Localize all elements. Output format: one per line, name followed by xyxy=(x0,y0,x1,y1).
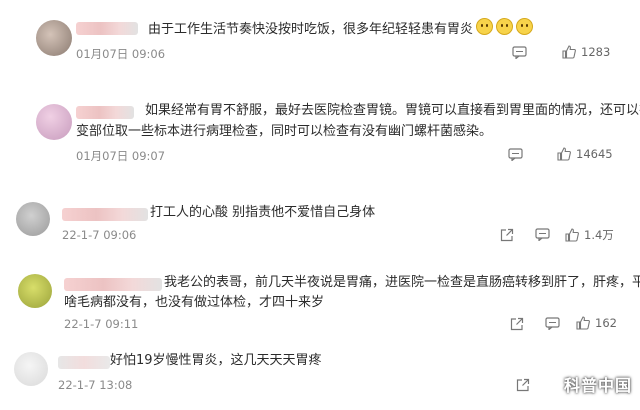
sad-face-emoji-icon xyxy=(476,18,494,35)
username-blurred[interactable] xyxy=(64,278,162,291)
like-count: 1.4万 xyxy=(584,228,614,242)
comment-button[interactable] xyxy=(535,228,550,241)
comment-time: 22-1-7 09:11 xyxy=(64,317,139,331)
like-button[interactable]: 1283 xyxy=(562,45,610,59)
avatar[interactable] xyxy=(36,20,72,56)
share-icon xyxy=(510,317,524,331)
like-button[interactable]: 14645 xyxy=(557,147,613,161)
comment-button[interactable] xyxy=(512,46,527,59)
watermark: 科普中国 xyxy=(563,376,632,395)
comment-time: 01月07日 09:07 xyxy=(76,149,166,163)
avatar[interactable] xyxy=(18,274,52,308)
share-button[interactable] xyxy=(500,228,514,242)
comment-icon xyxy=(535,228,550,241)
sad-face-emoji-icon xyxy=(496,18,514,35)
thumbs-up-icon xyxy=(562,45,576,59)
comment-text-line-2: 啥毛病都没有，也没有做过体检，才四十来岁 xyxy=(64,295,325,310)
like-count: 14645 xyxy=(576,147,613,161)
comment-icon xyxy=(512,46,527,59)
comment-button[interactable] xyxy=(508,148,523,161)
avatar[interactable] xyxy=(16,202,50,236)
username-blurred[interactable] xyxy=(58,356,110,369)
comment-2: 如果经常有胃不舒服，最好去医院检查胃镜。胃镜可以直接看到胃里面的情况，还可以在病… xyxy=(0,90,640,170)
comment-icon xyxy=(545,317,560,330)
comment-4: 我老公的表哥，前几天半夜说是胃痛，进医院一检查是直肠癌转移到肝了，肝疼，平时 啥… xyxy=(0,268,640,338)
share-icon xyxy=(516,378,530,392)
comment-icon xyxy=(508,148,523,161)
username-blurred[interactable] xyxy=(62,208,148,221)
comment-1: 由于工作生活节奏快没按时吃饭，很多年纪轻轻患有胃炎 01月07日 09:06 1… xyxy=(0,0,640,80)
comment-text: 由于工作生活节奏快没按时吃饭，很多年纪轻轻患有胃炎 xyxy=(148,18,534,40)
comment-text-line-1: 如果经常有胃不舒服，最好去医院检查胃镜。胃镜可以直接看到胃里面的情况，还可以在病 xyxy=(145,103,640,118)
share-icon xyxy=(500,228,514,242)
sad-face-emoji-icon xyxy=(516,18,534,35)
comment-time: 01月07日 09:06 xyxy=(76,47,166,61)
comment-text-line-1: 我老公的表哥，前几天半夜说是胃痛，进医院一检查是直肠癌转移到肝了，肝疼，平时 xyxy=(164,275,640,290)
comment-5: 好怕19岁慢性胃炎，这几天天天胃疼 22-1-7 13:08 xyxy=(0,350,640,410)
share-button[interactable] xyxy=(510,317,524,331)
comment-time: 22-1-7 13:08 xyxy=(58,378,133,392)
comment-text: 打工人的心酸 别指责他不爱惜自己身体 xyxy=(150,205,376,220)
comment-text-line-2: 变部位取一些标本进行病理检查，同时可以检查有没有幽门螺杆菌感染。 xyxy=(76,124,493,139)
like-button[interactable]: 162 xyxy=(576,316,617,330)
comment-text-content: 由于工作生活节奏快没按时吃饭，很多年纪轻轻患有胃炎 xyxy=(148,22,474,37)
share-button[interactable] xyxy=(516,378,530,392)
like-button[interactable]: 1.4万 xyxy=(565,227,614,243)
avatar[interactable] xyxy=(36,104,72,140)
thumbs-up-icon xyxy=(565,228,579,242)
thumbs-up-icon xyxy=(557,147,571,161)
username-blurred[interactable] xyxy=(76,22,138,35)
thumbs-up-icon xyxy=(576,316,590,330)
comment-button[interactable] xyxy=(545,317,560,330)
comment-text: 好怕19岁慢性胃炎，这几天天天胃疼 xyxy=(110,353,322,368)
username-blurred[interactable] xyxy=(76,106,134,119)
comment-time: 22-1-7 09:06 xyxy=(62,228,137,242)
comment-3: 打工人的心酸 别指责他不爱惜自己身体 22-1-7 09:06 1.4万 xyxy=(0,198,640,258)
avatar[interactable] xyxy=(14,352,48,386)
like-count: 1283 xyxy=(581,45,611,59)
like-count: 162 xyxy=(595,316,617,330)
